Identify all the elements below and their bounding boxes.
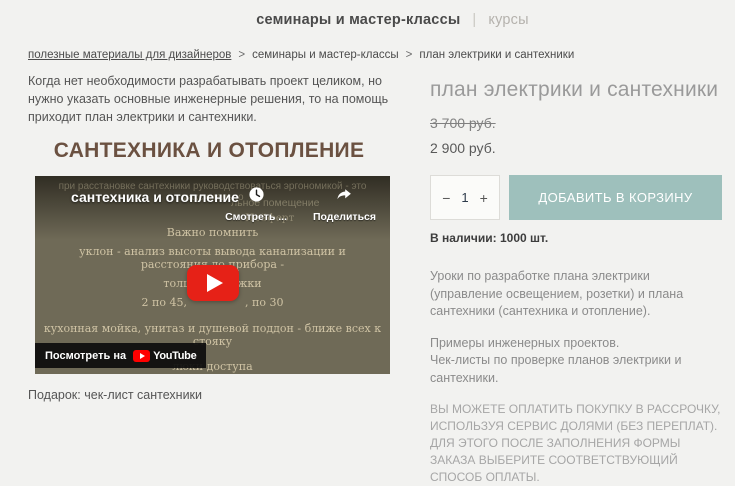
slide-line: Важно помнить [166, 226, 259, 240]
youtube-wordmark: YouTube [153, 349, 197, 362]
breadcrumb-separator: > [238, 49, 246, 61]
breadcrumb-separator: > [405, 49, 413, 61]
watch-later-button[interactable]: Смотреть ... [225, 186, 287, 223]
intro-text: Когда нет необходимости разрабатывать пр… [28, 74, 389, 125]
share-arrow-icon [336, 186, 353, 208]
section-heading: САНТЕХНИКА И ОТОПЛЕНИЕ [53, 139, 365, 163]
description-line: Чек-листы по проверке планов электрики и… [430, 353, 682, 385]
slide-line-part: 2 по 45, [141, 296, 187, 310]
old-price: 3 700 руб. [430, 115, 496, 131]
breadcrumb-link-seminars[interactable]: семинары и мастер-классы [252, 49, 399, 61]
product-description-extra: Примеры инженерных проектов. Чек-листы п… [430, 335, 722, 388]
breadcrumb-current-page: план электрики и сантехники [419, 49, 575, 61]
watch-on-youtube-button[interactable]: Посмотреть на YouTube [35, 343, 207, 369]
share-label: Поделиться [312, 211, 376, 224]
top-navigation: семинары и мастер-классы | курсы [0, 12, 735, 28]
clock-icon [248, 186, 265, 208]
nav-separator: | [472, 12, 477, 28]
gift-note: Подарок: чек-лист сантехники [28, 388, 202, 403]
nav-link-seminars[interactable]: семинары и мастер-классы [256, 12, 460, 28]
left-column: Когда нет необходимости разрабатывать пр… [28, 72, 416, 402]
video-player[interactable]: при расстановке сантехники руководствова… [35, 176, 390, 375]
share-button[interactable]: Поделиться [313, 186, 376, 223]
video-actions: Смотреть ... Поделиться [225, 186, 376, 223]
description-line: Примеры инженерных проектов. [430, 335, 620, 350]
product-panel: план электрики и сантехники 3 700 руб. 2… [430, 78, 722, 486]
purchase-controls: − 1 + ДОБАВИТЬ В КОРЗИНУ [430, 175, 722, 220]
breadcrumb-link-materials[interactable]: полезные материалы для дизайнеров [28, 49, 231, 61]
add-to-cart-button[interactable]: ДОБАВИТЬ В КОРЗИНУ [509, 175, 722, 220]
slide-line-part: , по 30 [245, 296, 284, 310]
stock-status: В наличии: 1000 шт. [430, 231, 549, 245]
payment-note: ВЫ МОЖЕТЕ ОПЛАТИТЬ ПОКУПКУ В РАССРОЧКУ, … [430, 402, 721, 485]
current-price: 2 900 руб. [430, 140, 496, 156]
quantity-stepper: − 1 + [430, 175, 500, 220]
quantity-increase-button[interactable]: + [478, 190, 490, 206]
watch-later-label: Смотреть ... [225, 211, 287, 224]
product-description: Уроки по разработке плана электрики (упр… [430, 269, 684, 318]
youtube-logo-icon: YouTube [133, 349, 197, 362]
video-title-link[interactable]: сантехника и отопление [71, 189, 239, 205]
quantity-decrease-button[interactable]: − [440, 190, 452, 206]
play-button[interactable] [186, 265, 239, 302]
play-icon [206, 274, 223, 293]
breadcrumb: полезные материалы для дизайнеров > семина… [28, 49, 574, 61]
watch-on-label: Посмотреть на [45, 349, 127, 362]
product-title: план электрики и сантехники [430, 78, 719, 101]
quantity-value[interactable]: 1 [461, 190, 468, 205]
nav-link-courses[interactable]: курсы [488, 12, 528, 28]
